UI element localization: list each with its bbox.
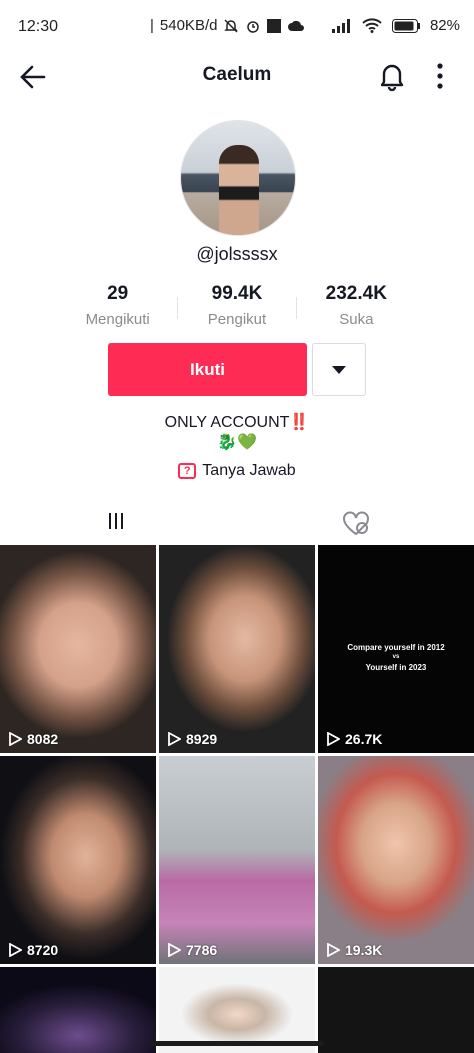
status-time: 12:30 bbox=[18, 18, 59, 35]
view-count: 8929 bbox=[167, 731, 217, 747]
bio-emoji: 🐉💚 bbox=[217, 434, 257, 451]
video-thumbnail[interactable] bbox=[318, 967, 474, 1053]
bell-off-icon bbox=[224, 18, 239, 33]
view-count: 19.3K bbox=[326, 942, 382, 958]
view-count: 26.7K bbox=[326, 731, 382, 747]
play-icon bbox=[9, 732, 22, 746]
stat-followers[interactable]: 99.4K Pengikut bbox=[177, 283, 296, 333]
status-icons-left: | 540KB/d bbox=[150, 17, 305, 34]
stat-likes[interactable]: 232.4K Suka bbox=[297, 283, 416, 333]
view-count: 8082 bbox=[8, 731, 58, 747]
play-icon bbox=[168, 943, 181, 957]
followers-label: Pengikut bbox=[207, 311, 267, 328]
likes-label: Suka bbox=[339, 311, 374, 328]
app-notification-icon bbox=[267, 18, 282, 33]
bio: ONLY ACCOUNT‼️ bbox=[0, 412, 474, 434]
caret-down-icon bbox=[332, 366, 346, 374]
video-overlay-text: Compare yourself in 2012 vs Yourself in … bbox=[347, 643, 445, 672]
video-thumbnail[interactable]: Compare yourself in 2012 vs Yourself in … bbox=[318, 545, 474, 753]
video-thumbnail[interactable]: 8929 bbox=[159, 545, 315, 753]
avatar-photo bbox=[219, 145, 259, 235]
status-bar: 12:30 | 540KB/d 82% bbox=[0, 0, 474, 56]
followers-count: 99.4K bbox=[211, 283, 263, 304]
liked-private-icon[interactable] bbox=[340, 510, 372, 538]
video-thumbnail[interactable]: 19.3K bbox=[318, 756, 474, 964]
video-grid-icon bbox=[109, 513, 123, 529]
following-label: Mengikuti bbox=[85, 311, 150, 328]
home-indicator[interactable] bbox=[150, 1041, 324, 1046]
wifi-icon bbox=[362, 18, 382, 33]
tab-videos[interactable] bbox=[95, 505, 143, 547]
qa-label: Tanya Jawab bbox=[202, 462, 296, 479]
cloud-icon bbox=[288, 20, 305, 31]
video-thumbnail[interactable]: 8720 bbox=[0, 756, 156, 964]
profile-stats: 29 Mengikuti 99.4K Pengikut 232.4K Suka bbox=[58, 283, 416, 333]
username: @jolssssx bbox=[196, 244, 278, 264]
play-icon bbox=[9, 943, 22, 957]
signal-icon bbox=[331, 18, 350, 33]
view-count: 8720 bbox=[8, 942, 58, 958]
status-icons-right: 82% bbox=[331, 17, 460, 34]
question-icon: ? bbox=[178, 463, 197, 479]
battery-icon bbox=[391, 18, 420, 33]
play-icon bbox=[327, 732, 340, 746]
network-speed: 540KB/d bbox=[159, 17, 218, 34]
bio-text: ONLY ACCOUNT bbox=[164, 414, 290, 431]
video-thumbnail[interactable]: 7786 bbox=[159, 756, 315, 964]
double-exclamation-icon: ‼️ bbox=[289, 414, 310, 431]
video-thumbnail[interactable]: 8082 bbox=[0, 545, 156, 753]
video-thumbnail[interactable] bbox=[0, 967, 156, 1053]
profile-header: Caelum bbox=[0, 56, 474, 98]
suggested-accounts-button[interactable] bbox=[312, 343, 366, 396]
likes-count: 232.4K bbox=[325, 283, 387, 304]
play-icon bbox=[327, 943, 340, 957]
alarm-icon bbox=[247, 20, 260, 33]
stats-divider bbox=[296, 297, 297, 319]
view-count: 7786 bbox=[167, 942, 217, 958]
more-options-icon[interactable] bbox=[430, 62, 450, 90]
avatar[interactable] bbox=[180, 120, 296, 236]
notification-bell-icon[interactable] bbox=[378, 60, 406, 92]
stat-following[interactable]: 29 Mengikuti bbox=[58, 283, 177, 333]
battery-percent: 82% bbox=[429, 17, 460, 34]
follow-button[interactable]: Ikuti bbox=[108, 343, 307, 396]
qa-link[interactable]: ? Tanya Jawab bbox=[0, 462, 474, 480]
content-tabs bbox=[0, 505, 474, 547]
following-count: 29 bbox=[107, 283, 129, 304]
stats-divider bbox=[177, 297, 178, 319]
play-icon bbox=[168, 732, 181, 746]
